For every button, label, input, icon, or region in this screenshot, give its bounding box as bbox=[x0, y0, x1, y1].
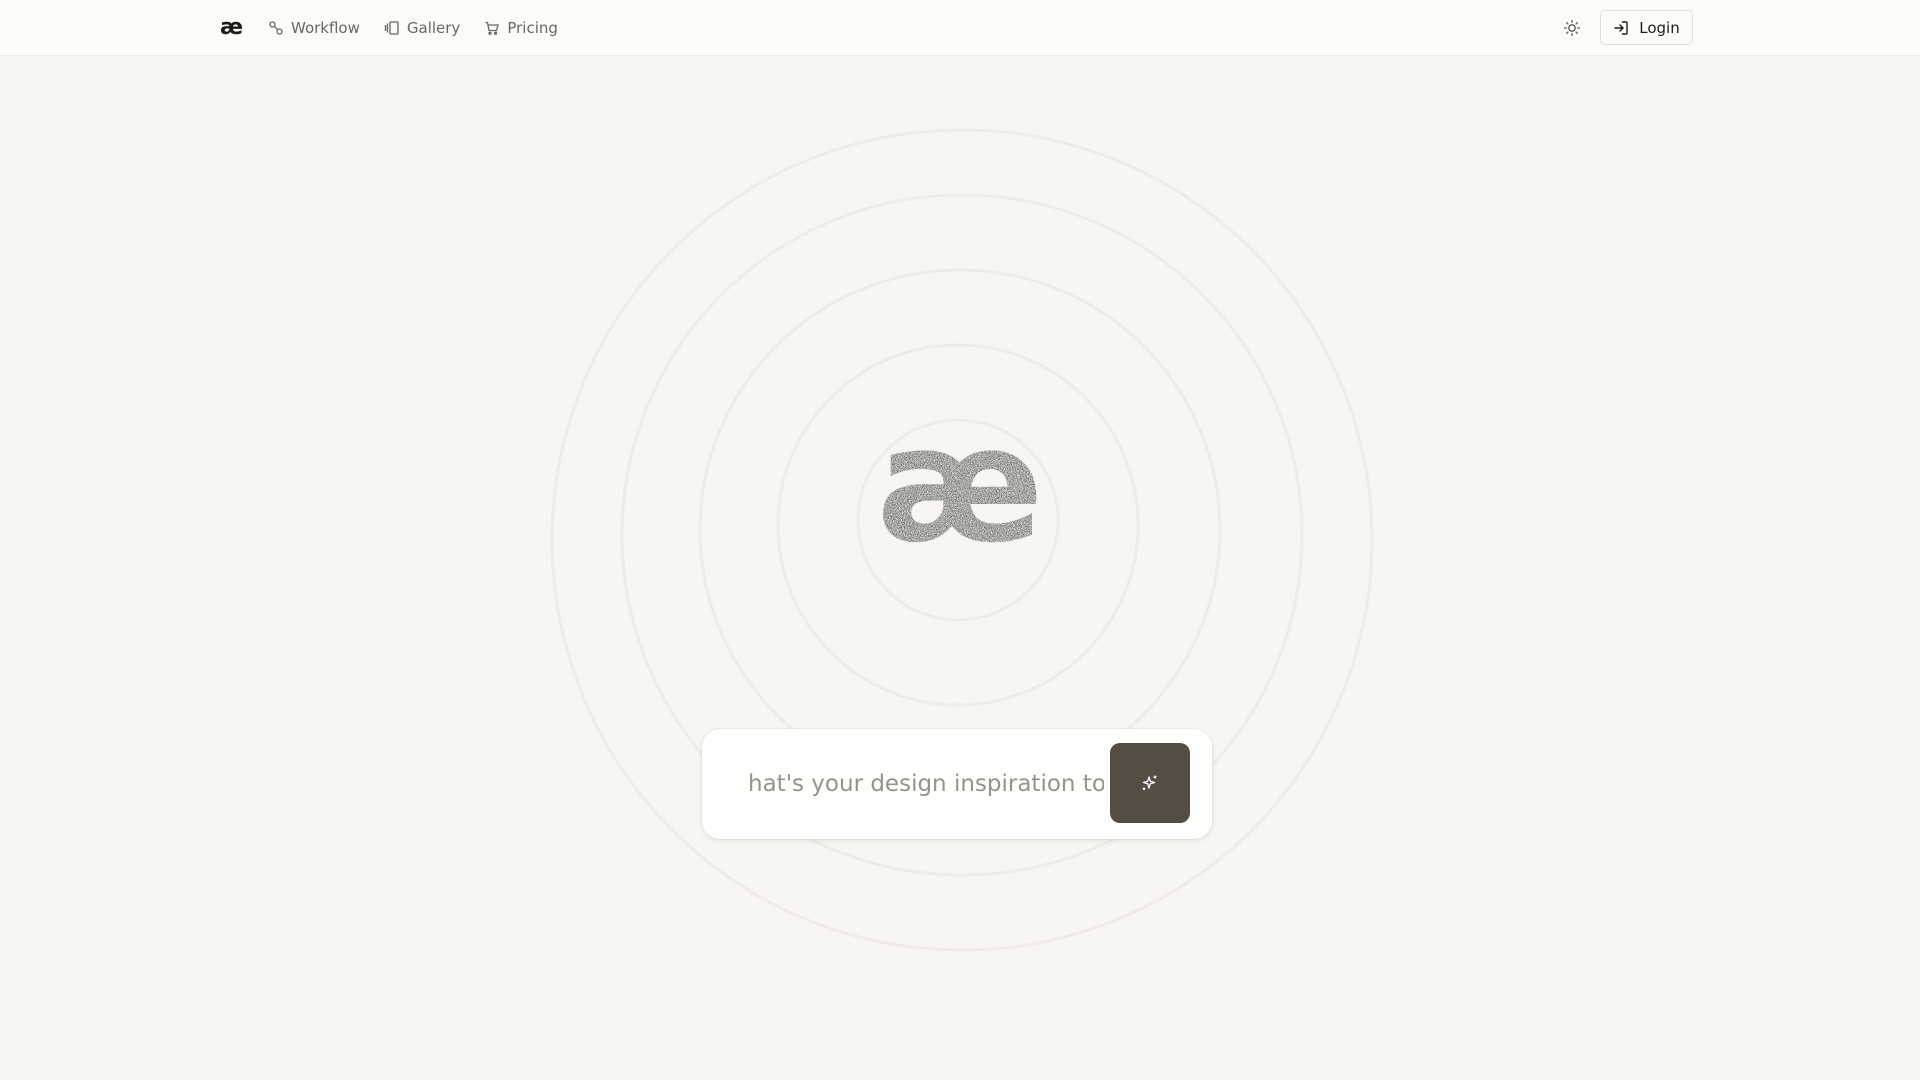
login-button[interactable]: Login bbox=[1600, 10, 1693, 45]
login-label: Login bbox=[1639, 18, 1680, 37]
workflow-icon bbox=[269, 21, 283, 35]
hero-logo-glyph: æ bbox=[876, 420, 1044, 570]
nav-link-label: Workflow bbox=[291, 19, 360, 37]
nav-link-label: Pricing bbox=[507, 19, 558, 37]
nav-link-gallery[interactable]: Gallery bbox=[384, 19, 460, 37]
nav-link-label: Gallery bbox=[406, 19, 461, 37]
nav-link-workflow[interactable]: Workflow bbox=[268, 19, 360, 37]
login-icon bbox=[1614, 20, 1628, 35]
top-navbar: æ Workflow Gallery Pricing Login bbox=[0, 0, 1920, 56]
page: æ Workflow Gallery Pricing Login æ hat's… bbox=[0, 0, 1920, 1080]
prompt-input[interactable] bbox=[748, 759, 1104, 809]
nav-link-pricing[interactable]: Pricing bbox=[484, 19, 558, 37]
gallery-icon bbox=[384, 21, 399, 35]
hero-logo: æ bbox=[876, 420, 1044, 570]
nav-links: Workflow Gallery Pricing bbox=[268, 0, 558, 56]
sun-icon[interactable] bbox=[1562, 18, 1582, 38]
prompt-box bbox=[702, 729, 1212, 839]
nav-logo[interactable]: æ bbox=[220, 14, 243, 42]
generate-button[interactable] bbox=[1110, 743, 1190, 823]
cart-icon bbox=[485, 21, 500, 35]
sparkle-icon bbox=[1142, 775, 1157, 790]
